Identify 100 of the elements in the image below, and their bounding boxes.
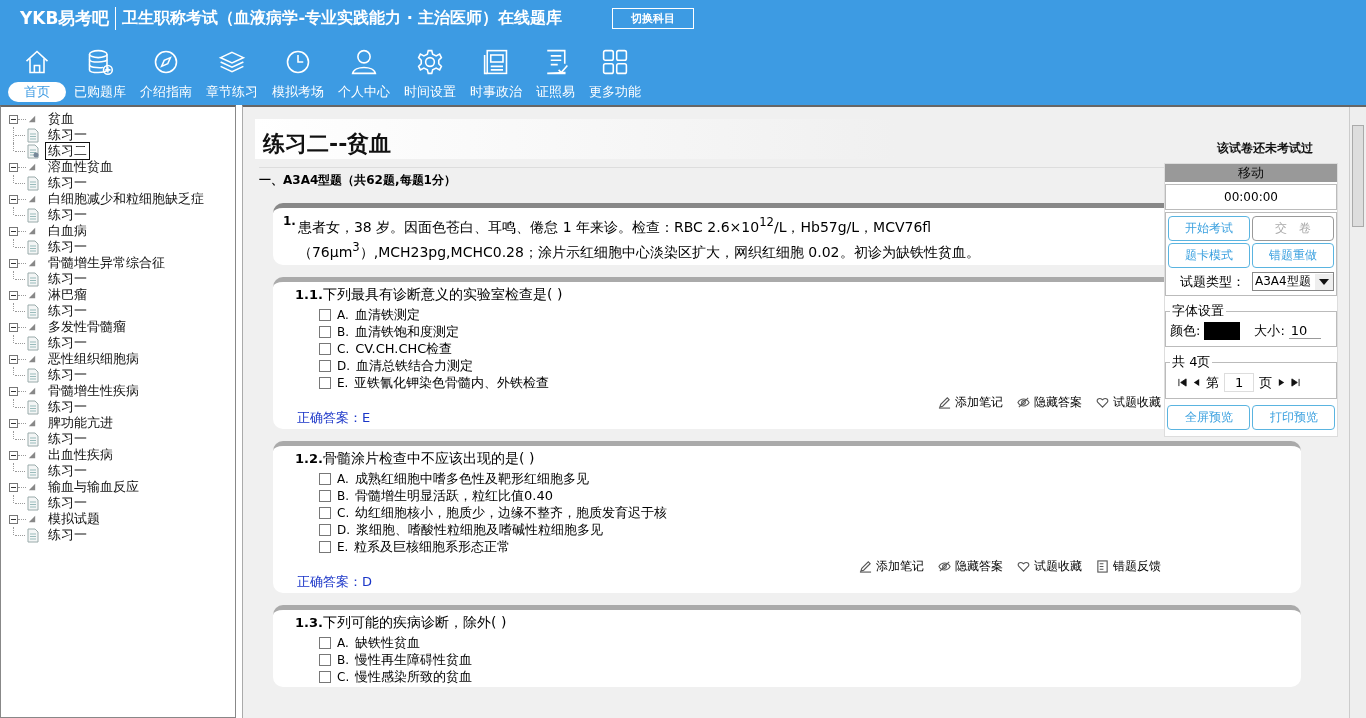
newspaper-icon[interactable] bbox=[482, 48, 510, 76]
eye-icon[interactable] bbox=[1017, 395, 1030, 409]
tree-item[interactable]: 练习一 bbox=[45, 270, 90, 288]
checkbox[interactable] bbox=[319, 523, 331, 536]
tree-item[interactable]: 出血性疾病 bbox=[48, 447, 113, 463]
tree-item[interactable]: 练习一 bbox=[45, 174, 90, 192]
tree-item[interactable]: 骨髓增生性疾病 bbox=[48, 383, 139, 399]
tree-item[interactable]: 练习一 bbox=[45, 430, 90, 448]
tree-item[interactable]: 溶血性贫血 bbox=[48, 159, 113, 175]
tree-item[interactable]: 练习一 bbox=[45, 366, 90, 384]
first-page-icon[interactable] bbox=[1178, 378, 1187, 387]
tree-item[interactable]: 练习一 bbox=[45, 398, 90, 416]
collapse-icon[interactable] bbox=[9, 194, 18, 204]
font-settings-legend: 字体设置 bbox=[1170, 302, 1226, 320]
tree-item[interactable]: 练习一 bbox=[45, 462, 90, 480]
tree-item[interactable]: 贫血 bbox=[48, 111, 74, 127]
tree-item[interactable]: 淋巴瘤 bbox=[48, 287, 87, 303]
tree-item[interactable]: 练习一 bbox=[45, 334, 90, 352]
type-label: 试题类型： bbox=[1180, 272, 1245, 291]
option-text: 幼红细胞核小，胞质少，边缘不整齐，胞质发育迟于核 bbox=[355, 503, 668, 522]
triangle-icon bbox=[28, 483, 36, 491]
tree-item[interactable]: 模拟试题 bbox=[48, 511, 100, 527]
tree-item[interactable]: 骨髓增生异常综合征 bbox=[48, 255, 165, 271]
type-select[interactable]: A3A4型题 bbox=[1252, 272, 1334, 291]
checkbox[interactable] bbox=[319, 342, 331, 355]
triangle-icon bbox=[28, 451, 36, 459]
action-link[interactable]: 试题收藏 bbox=[1113, 395, 1161, 410]
checkbox[interactable] bbox=[319, 359, 331, 372]
document-icon bbox=[27, 367, 39, 383]
action-link[interactable]: 添加笔记 bbox=[955, 395, 1003, 410]
checkbox[interactable] bbox=[319, 636, 331, 649]
tree-item[interactable]: 练习一 bbox=[45, 126, 90, 144]
home-icon[interactable] bbox=[23, 48, 51, 76]
checkbox[interactable] bbox=[319, 670, 331, 683]
collapse-icon[interactable] bbox=[9, 258, 18, 268]
option-letter: E. bbox=[337, 374, 349, 392]
triangle-icon bbox=[28, 195, 36, 203]
collapse-icon[interactable] bbox=[9, 418, 18, 428]
checkbox[interactable] bbox=[319, 540, 331, 553]
question-text: 下列可能的疾病诊断，除外( ) bbox=[322, 614, 507, 631]
database-icon[interactable] bbox=[86, 48, 114, 76]
checkbox[interactable] bbox=[319, 653, 331, 666]
tree-item[interactable]: 多发性骨髓瘤 bbox=[48, 319, 126, 335]
size-field[interactable]: 10 bbox=[1288, 323, 1321, 339]
clock-icon[interactable] bbox=[284, 48, 312, 76]
collapse-icon[interactable] bbox=[9, 386, 18, 396]
tree-item[interactable]: 练习二 bbox=[45, 142, 90, 160]
logo: YKB易考吧 bbox=[20, 6, 117, 30]
tree-item[interactable]: 恶性组织细胞病 bbox=[48, 351, 139, 367]
collapse-icon[interactable] bbox=[9, 322, 18, 332]
checkbox[interactable] bbox=[319, 472, 331, 485]
action-link[interactable]: 错题反馈 bbox=[1113, 559, 1161, 574]
tree-item[interactable]: 练习一 bbox=[45, 526, 90, 544]
collapse-icon[interactable] bbox=[9, 450, 18, 460]
gear-icon[interactable] bbox=[416, 48, 444, 76]
page-field[interactable]: 1 bbox=[1224, 373, 1255, 392]
action-link[interactable]: 添加笔记 bbox=[876, 559, 924, 574]
document-icon bbox=[27, 207, 39, 223]
checkbox[interactable] bbox=[319, 308, 331, 321]
heart-icon[interactable] bbox=[1017, 559, 1030, 573]
checkbox[interactable] bbox=[319, 376, 331, 389]
triangle-icon bbox=[28, 387, 36, 395]
last-page-icon[interactable] bbox=[1291, 378, 1301, 387]
checkbox[interactable] bbox=[319, 506, 331, 519]
tree-item[interactable]: 白血病 bbox=[48, 223, 87, 239]
action-link[interactable]: 试题收藏 bbox=[1034, 559, 1082, 574]
next-page-icon[interactable] bbox=[1277, 378, 1287, 387]
tree-item[interactable]: 练习一 bbox=[45, 302, 90, 320]
tree-item[interactable]: 脾功能亢进 bbox=[48, 415, 113, 431]
collapse-icon[interactable] bbox=[9, 354, 18, 364]
pencil-icon[interactable] bbox=[859, 559, 872, 573]
pencil-icon[interactable] bbox=[938, 395, 951, 409]
person-icon[interactable] bbox=[350, 48, 378, 76]
action-link[interactable]: 隐藏答案 bbox=[955, 559, 1003, 574]
collapse-icon[interactable] bbox=[9, 162, 18, 172]
collapse-icon[interactable] bbox=[9, 514, 18, 524]
dropdown-icon[interactable] bbox=[1315, 273, 1333, 290]
collapse-icon[interactable] bbox=[9, 290, 18, 300]
previous-page-icon[interactable] bbox=[1192, 378, 1201, 387]
action-link[interactable]: 隐藏答案 bbox=[1034, 395, 1082, 410]
tree-item[interactable]: 输血与输血反应 bbox=[48, 479, 139, 495]
grid-icon[interactable] bbox=[601, 48, 629, 76]
collapse-icon[interactable] bbox=[9, 114, 18, 124]
option-letter: D. bbox=[337, 521, 351, 539]
collapse-icon[interactable] bbox=[9, 226, 18, 236]
compass-icon[interactable] bbox=[152, 48, 180, 76]
tree-item[interactable]: 练习一 bbox=[45, 238, 90, 256]
checkbox[interactable] bbox=[319, 325, 331, 338]
option-letter: B. bbox=[337, 487, 350, 505]
eye-icon[interactable] bbox=[938, 559, 951, 573]
report-icon[interactable] bbox=[1096, 559, 1109, 573]
color-swatch[interactable] bbox=[1204, 322, 1241, 340]
scrollbar[interactable] bbox=[1349, 107, 1366, 718]
page-count-legend: 共 4页 bbox=[1170, 353, 1213, 371]
tree-item[interactable]: 练习一 bbox=[45, 206, 90, 224]
tree-item[interactable]: 练习一 bbox=[45, 494, 90, 512]
tree-item[interactable]: 白细胞减少和粒细胞缺乏症 bbox=[48, 191, 204, 207]
collapse-icon[interactable] bbox=[9, 482, 18, 492]
checkbox[interactable] bbox=[319, 489, 331, 502]
heart-icon[interactable] bbox=[1096, 395, 1109, 409]
